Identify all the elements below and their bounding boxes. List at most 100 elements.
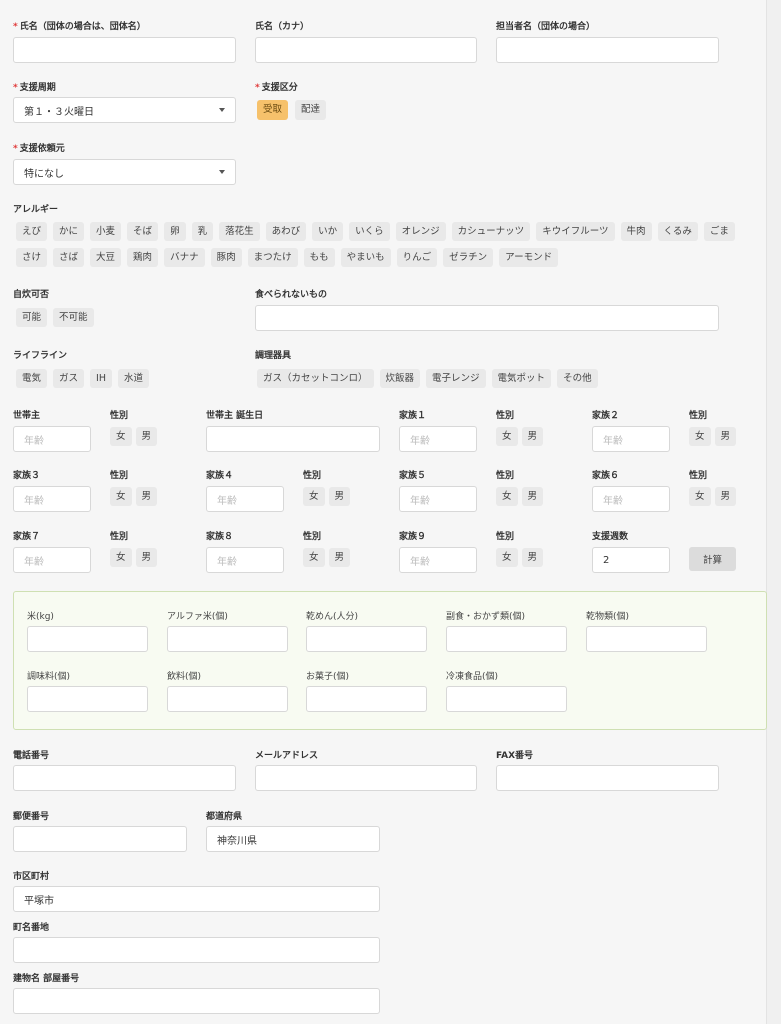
- gender-option-male[interactable]: 男: [135, 548, 158, 567]
- gender-option-female[interactable]: 女: [303, 548, 325, 567]
- utensil-option-electric-pot[interactable]: 電気ポット: [491, 369, 552, 388]
- food-amount-input[interactable]: [27, 626, 148, 652]
- gender-option-female[interactable]: 女: [110, 487, 132, 506]
- allergy-chip[interactable]: くるみ: [657, 222, 698, 241]
- food-amount-input[interactable]: [446, 626, 567, 652]
- allergy-chip[interactable]: 鶏肉: [127, 248, 159, 267]
- cannot-eat-input[interactable]: [255, 305, 719, 331]
- age-input[interactable]: 年齢: [592, 486, 670, 512]
- utensil-option-microwave[interactable]: 電子レンジ: [426, 369, 486, 388]
- street-input[interactable]: [13, 937, 380, 963]
- email-input[interactable]: [255, 765, 477, 791]
- gender-option-male[interactable]: 男: [328, 487, 351, 506]
- prefecture-input[interactable]: 神奈川県: [206, 826, 380, 852]
- allergy-chip[interactable]: りんご: [396, 248, 438, 267]
- allergy-chip[interactable]: さけ: [16, 248, 48, 267]
- city-input[interactable]: 平塚市: [13, 886, 380, 912]
- gender-option-female[interactable]: 女: [689, 487, 711, 506]
- food-item-label: 冷凍食品(個): [446, 672, 499, 682]
- allergy-chip[interactable]: いか: [312, 222, 344, 241]
- food-amount-input[interactable]: [167, 686, 288, 712]
- lifeline-option-ih[interactable]: IH: [90, 369, 112, 388]
- selfcook-option-no[interactable]: 不可能: [53, 308, 94, 327]
- head-birthday-input[interactable]: [206, 426, 380, 452]
- kana-input[interactable]: [255, 37, 477, 63]
- utensil-option-rice-cooker[interactable]: 炊飯器: [379, 369, 421, 388]
- selfcook-option-yes[interactable]: 可能: [16, 308, 48, 327]
- allergy-chip[interactable]: 牛肉: [620, 222, 652, 241]
- age-input[interactable]: 年齢: [399, 486, 477, 512]
- allergy-chip[interactable]: 大豆: [90, 248, 122, 267]
- postal-input[interactable]: [13, 826, 187, 852]
- age-input[interactable]: 年齢: [592, 426, 670, 452]
- age-input[interactable]: 年齢: [13, 547, 91, 573]
- period-select[interactable]: 第１・３火曜日: [13, 97, 236, 123]
- food-amount-input[interactable]: [167, 626, 288, 652]
- allergy-chip[interactable]: ごま: [703, 222, 735, 241]
- lifeline-option-gas[interactable]: ガス: [53, 369, 85, 388]
- allergy-chip[interactable]: あわび: [265, 222, 307, 241]
- allergy-chip[interactable]: ゼラチン: [443, 248, 494, 267]
- gender-option-female[interactable]: 女: [689, 427, 711, 446]
- age-input[interactable]: 年齢: [13, 426, 91, 452]
- gender-option-male[interactable]: 男: [328, 548, 351, 567]
- allergy-chip[interactable]: いくら: [349, 222, 390, 241]
- food-amount-input[interactable]: [586, 626, 707, 652]
- gender-option-male[interactable]: 男: [521, 487, 544, 506]
- gender-option-male[interactable]: 男: [714, 427, 737, 446]
- allergy-chip[interactable]: もも: [303, 248, 335, 267]
- gender-option-female[interactable]: 女: [110, 548, 132, 567]
- food-amount-input[interactable]: [446, 686, 567, 712]
- age-input[interactable]: 年齢: [13, 486, 91, 512]
- allergy-chip[interactable]: 乳: [191, 222, 214, 241]
- page-scrollbar[interactable]: [766, 0, 781, 1024]
- allergy-chip[interactable]: 豚肉: [210, 248, 242, 267]
- allergy-chip[interactable]: アーモンド: [499, 248, 559, 267]
- category-option-receive[interactable]: 受取: [257, 100, 289, 120]
- gender-option-female[interactable]: 女: [496, 487, 518, 506]
- utensil-option-gas-stove[interactable]: ガス（カセットコンロ）: [257, 369, 374, 388]
- food-amount-input[interactable]: [306, 626, 427, 652]
- allergy-chip[interactable]: バナナ: [164, 248, 205, 267]
- fax-input[interactable]: [496, 765, 719, 791]
- gender-option-female[interactable]: 女: [303, 487, 325, 506]
- gender-option-male[interactable]: 男: [135, 487, 158, 506]
- age-input[interactable]: 年齢: [399, 426, 477, 452]
- support-weeks-input[interactable]: 2: [592, 547, 670, 573]
- allergy-chip[interactable]: えび: [16, 222, 48, 241]
- allergy-chip[interactable]: 小麦: [90, 222, 122, 241]
- allergy-chip[interactable]: カシューナッツ: [451, 222, 531, 241]
- food-amount-input[interactable]: [306, 686, 427, 712]
- allergy-chip[interactable]: さば: [53, 248, 85, 267]
- utensil-option-other[interactable]: その他: [557, 369, 598, 388]
- kana-label: 氏名（カナ）: [255, 22, 310, 32]
- lifeline-option-water[interactable]: 水道: [117, 369, 149, 388]
- gender-option-male[interactable]: 男: [135, 427, 158, 446]
- category-option-deliver[interactable]: 配達: [295, 100, 327, 120]
- age-input[interactable]: 年齢: [399, 547, 477, 573]
- age-input[interactable]: 年齢: [206, 486, 284, 512]
- food-amount-input[interactable]: [27, 686, 148, 712]
- allergy-chip[interactable]: かに: [53, 222, 85, 241]
- allergy-chip[interactable]: 卵: [164, 222, 186, 241]
- requester-select[interactable]: 特になし: [13, 159, 236, 185]
- allergy-chip[interactable]: やまいも: [340, 248, 391, 267]
- name-input[interactable]: [13, 37, 236, 63]
- lifeline-option-electricity[interactable]: 電気: [16, 369, 48, 388]
- gender-option-male[interactable]: 男: [521, 427, 544, 446]
- calculate-button[interactable]: 計算: [689, 547, 736, 571]
- gender-option-female[interactable]: 女: [496, 548, 518, 567]
- contact-input[interactable]: [496, 37, 719, 63]
- allergy-chip[interactable]: そば: [127, 222, 159, 241]
- allergy-chip[interactable]: まつたけ: [247, 248, 298, 267]
- gender-option-male[interactable]: 男: [714, 487, 737, 506]
- gender-option-male[interactable]: 男: [521, 548, 544, 567]
- phone-input[interactable]: [13, 765, 236, 791]
- allergy-chip[interactable]: キウイフルーツ: [536, 222, 615, 241]
- age-input[interactable]: 年齢: [206, 547, 284, 573]
- gender-option-female[interactable]: 女: [496, 427, 518, 446]
- allergy-chip[interactable]: 落花生: [219, 222, 260, 241]
- allergy-chip[interactable]: オレンジ: [395, 222, 446, 241]
- building-input[interactable]: [13, 988, 380, 1014]
- gender-option-female[interactable]: 女: [110, 427, 132, 446]
